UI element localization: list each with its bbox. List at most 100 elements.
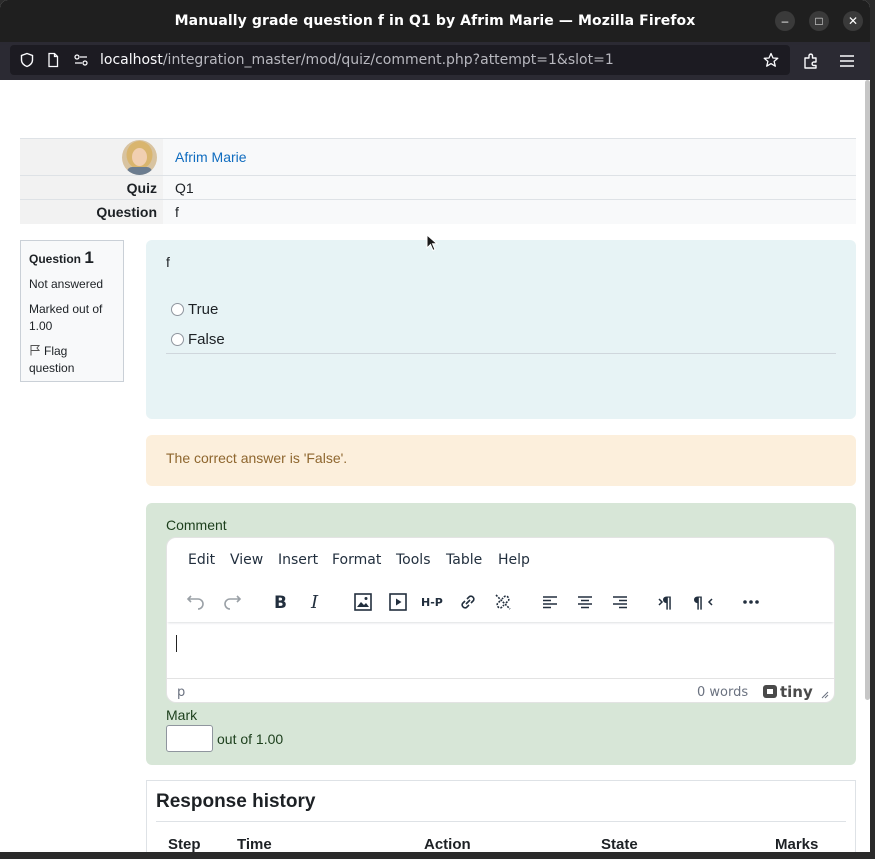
mark-label: Mark [166, 707, 198, 723]
menu-tools[interactable]: Tools [396, 552, 431, 568]
menu-icon[interactable] [837, 51, 857, 71]
close-icon: ✕ [847, 14, 859, 28]
page-icon[interactable] [45, 52, 61, 68]
flag-icon [30, 345, 41, 356]
svg-text:¶: ¶ [693, 593, 703, 612]
avatar[interactable] [122, 140, 157, 175]
text-caret [176, 635, 177, 652]
redo-button[interactable] [220, 590, 244, 614]
align-center-icon [578, 596, 592, 609]
user-name-link[interactable]: Afrim Marie [175, 149, 247, 165]
align-right-button[interactable] [608, 590, 632, 614]
extensions-icon[interactable] [801, 51, 821, 71]
tiny-logo-icon [763, 685, 777, 698]
maximize-button[interactable]: □ [809, 11, 829, 31]
radio-false[interactable] [171, 333, 184, 346]
flag-question-link[interactable]: Flag question [29, 343, 115, 377]
option-false-label: False [188, 331, 225, 348]
radio-true[interactable] [171, 303, 184, 316]
option-false[interactable]: False [171, 331, 225, 348]
page-scrollbar[interactable] [865, 80, 870, 700]
maximize-icon: □ [815, 14, 823, 28]
more-icon [743, 600, 759, 604]
response-history: Response history Step Time Action State … [146, 780, 856, 852]
more-button[interactable] [739, 590, 763, 614]
h5p-button[interactable]: H-P [421, 590, 445, 614]
rtl-icon: ¶ [693, 593, 713, 612]
quiz-row: Quiz Q1 [20, 175, 856, 200]
answer-divider [166, 353, 836, 354]
url-bar[interactable]: localhost/integration_master/mod/quiz/co… [10, 45, 790, 75]
media-icon [389, 593, 407, 611]
mouse-cursor-icon [426, 234, 438, 252]
tinymce-editor: Edit View Insert Format Tools Table Help… [166, 537, 835, 703]
question-state: Not answered [29, 277, 104, 291]
mark-input[interactable] [166, 725, 213, 752]
url-text[interactable]: localhost/integration_master/mod/quiz/co… [100, 52, 614, 68]
menu-insert[interactable]: Insert [278, 552, 318, 568]
insert-image-button[interactable] [351, 590, 375, 614]
history-col-state: State [601, 836, 638, 852]
option-true-label: True [188, 301, 219, 318]
user-row: Afrim Marie [20, 138, 856, 176]
bold-icon: B [274, 593, 287, 613]
editor-toolbar: B I H-P ¶ ¶ [167, 582, 834, 622]
question-formulation: f True False [146, 240, 856, 419]
rtl-button[interactable]: ¶ [691, 590, 715, 614]
menu-help[interactable]: Help [498, 552, 530, 568]
redo-icon [224, 595, 242, 610]
element-path[interactable]: p [177, 685, 185, 700]
tiny-brand[interactable]: tiny [763, 683, 813, 701]
undo-button[interactable] [184, 590, 208, 614]
unlink-button[interactable] [491, 590, 515, 614]
italic-icon: I [310, 592, 319, 613]
ltr-button[interactable]: ¶ [656, 590, 680, 614]
question-info-box: Question 1 Not answered Marked out of 1.… [20, 240, 124, 382]
question-label: Question [20, 199, 163, 224]
close-button[interactable]: ✕ [843, 11, 863, 31]
question-text: f [166, 254, 170, 270]
url-path: /integration_master/mod/quiz/comment.php… [162, 52, 614, 68]
quiz-value: Q1 [163, 175, 856, 200]
ltr-icon: ¶ [658, 593, 672, 612]
bookmark-star-icon[interactable] [763, 52, 779, 68]
right-answer-feedback: The correct answer is 'False'. [146, 435, 856, 486]
bold-button[interactable]: B [268, 590, 292, 614]
image-icon [354, 593, 372, 611]
url-host: localhost [100, 52, 163, 68]
title-bar: Manually grade question f in Q1 by Afrim… [0, 0, 870, 42]
undo-icon [186, 595, 204, 610]
comment-label: Comment [166, 517, 227, 533]
italic-button[interactable]: I [303, 590, 327, 614]
align-center-button[interactable] [573, 590, 597, 614]
svg-text:B: B [274, 593, 287, 613]
page-content: Afrim Marie Quiz Q1 Question f Question … [5, 80, 865, 852]
history-divider [156, 821, 846, 822]
user-picture-icon [122, 140, 157, 175]
response-history-title: Response history [156, 791, 316, 812]
word-count[interactable]: 0 words [697, 685, 748, 700]
menu-edit[interactable]: Edit [188, 552, 215, 568]
menu-format[interactable]: Format [332, 552, 381, 568]
minimize-button[interactable]: – [775, 11, 795, 31]
h5p-icon: H-P [421, 596, 443, 609]
question-grade: Marked out of 1.00 [29, 302, 103, 333]
resize-handle-icon[interactable] [819, 689, 829, 699]
window-title: Manually grade question f in Q1 by Afrim… [174, 13, 696, 29]
comment-edit-area[interactable] [167, 624, 834, 678]
shield-icon[interactable] [19, 52, 35, 68]
mark-out-of: out of 1.00 [217, 731, 284, 747]
permissions-icon[interactable] [73, 52, 89, 68]
align-left-button[interactable] [538, 590, 562, 614]
align-left-icon [543, 596, 557, 609]
svg-text:¶: ¶ [662, 593, 672, 612]
insert-link-button[interactable] [456, 590, 480, 614]
menu-table[interactable]: Table [446, 552, 482, 568]
unlink-icon [495, 594, 511, 610]
link-icon [461, 595, 475, 609]
question-number: Question 1 [29, 248, 94, 267]
history-col-action: Action [424, 836, 471, 852]
insert-media-button[interactable] [386, 590, 410, 614]
option-true[interactable]: True [171, 301, 218, 318]
menu-view[interactable]: View [230, 552, 263, 568]
